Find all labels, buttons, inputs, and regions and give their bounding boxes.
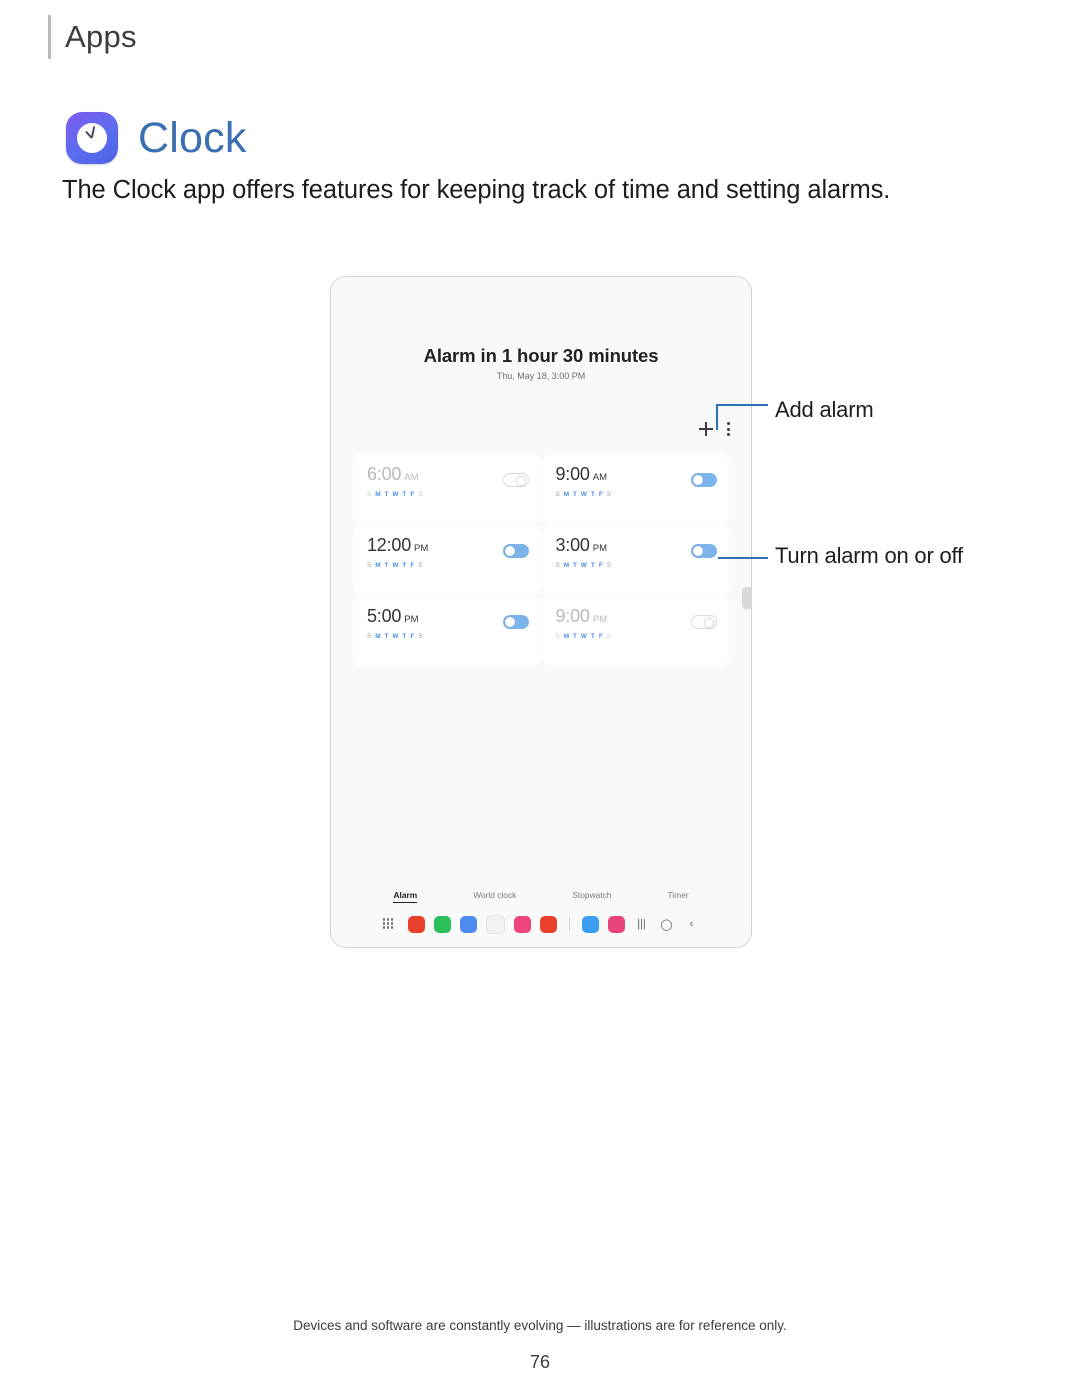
alarm-ampm: AM	[404, 472, 419, 483]
header-title: Apps	[65, 19, 137, 54]
alarm-toggle[interactable]	[502, 544, 529, 558]
alarm-days: S M T W T F S	[555, 633, 613, 640]
alarm-toggle[interactable]	[691, 473, 717, 487]
alarm-ampm: PM	[404, 614, 419, 625]
play-store-icon[interactable]	[539, 915, 557, 933]
alarm-toggle[interactable]	[691, 615, 717, 629]
clock-app-icon	[66, 112, 118, 164]
alarm-time: 12:00	[367, 535, 412, 555]
alarm-toggle[interactable]	[502, 615, 529, 629]
clock-minute-hand-icon	[90, 126, 96, 139]
alarm-days: S M T W T F S	[367, 491, 424, 498]
alarm-ampm: PM	[592, 614, 607, 625]
page-title: Clock	[138, 113, 247, 162]
intro-paragraph: The Clock app offers features for keepin…	[62, 176, 891, 204]
tab-timer[interactable]: Timer	[667, 890, 688, 903]
header-divider	[48, 15, 51, 59]
tab-stopwatch[interactable]: Stopwatch	[572, 890, 611, 903]
section-title-row: Clock	[66, 112, 247, 164]
taskbar-divider	[568, 917, 570, 931]
all-apps-icon[interactable]	[382, 918, 395, 930]
alarm-summary-text: Alarm in 1 hour 30 minutes	[423, 345, 659, 366]
callout-leader-add-alarm-horizontal	[716, 404, 768, 406]
alarm-time: 6:00	[367, 464, 402, 484]
alarm-summary-block: Alarm in 1 hour 30 minutes Thu, May 18, …	[331, 345, 751, 381]
tab-alarm[interactable]: Alarm	[393, 890, 418, 903]
alarm-card[interactable]: 9:00 PM S M T W T F S	[541, 596, 729, 666]
recents-button[interactable]: |||	[634, 918, 650, 930]
alarm-time: 5:00	[367, 606, 402, 626]
page-number: 76	[529, 1352, 551, 1372]
tablet-screen: Alarm in 1 hour 30 minutes Thu, May 18, …	[331, 277, 751, 947]
alarm-card[interactable]: 3:00 PM S M T W T F S	[541, 525, 729, 595]
add-alarm-icon[interactable]	[699, 422, 713, 436]
alarm-toolbar	[699, 421, 731, 437]
alarm-card[interactable]: 9:00 AM S M T W T F S	[541, 454, 729, 524]
callout-leader-toggle	[718, 557, 768, 559]
alarm-time: 3:00	[555, 535, 590, 555]
footer-note: Devices and software are constantly evol…	[293, 1318, 787, 1333]
alarm-days: S M T W T F S	[367, 633, 424, 640]
alarm-card[interactable]: 6:00 AM S M T W T F S	[353, 454, 541, 524]
internet-icon[interactable]	[581, 915, 599, 933]
tab-world-clock[interactable]: World clock	[473, 890, 516, 903]
device-side-button	[742, 587, 751, 609]
alarm-days: S M T W T F S	[555, 491, 613, 498]
home-button[interactable]: ◯	[659, 918, 675, 931]
taskbar: ||| ◯ ‹	[331, 909, 751, 939]
page-header: Apps	[48, 14, 137, 60]
alarm-datetime-text: Thu, May 18, 3:00 PM	[496, 371, 586, 381]
alarm-time: 9:00	[555, 464, 590, 484]
messages-icon[interactable]	[459, 915, 477, 933]
tablet-illustration: Alarm in 1 hour 30 minutes Thu, May 18, …	[330, 276, 752, 948]
alarm-list: 6:00 AM S M T W T F S 9:00 AM S M T W T …	[353, 454, 729, 666]
phone-icon[interactable]	[433, 915, 451, 933]
photos-icon[interactable]	[513, 915, 531, 933]
callout-add-alarm: Add alarm	[775, 397, 874, 422]
callout-leader-add-alarm-vertical	[716, 404, 718, 430]
alarm-toggle[interactable]	[691, 544, 717, 558]
alarm-ampm: PM	[414, 543, 429, 554]
alarm-card[interactable]: 5:00 PM S M T W T F S	[353, 596, 541, 666]
back-button[interactable]: ‹	[684, 918, 700, 930]
alarm-ampm: AM	[592, 472, 607, 483]
clock-face-shape	[77, 123, 107, 153]
alarm-toggle[interactable]	[502, 473, 529, 487]
instagram-icon[interactable]	[607, 915, 625, 933]
alarm-days: S M T W T F S	[367, 562, 424, 569]
alarm-time: 9:00	[555, 606, 590, 626]
clock-tab-bar: Alarm World clock Stopwatch Timer	[331, 890, 751, 903]
more-options-icon[interactable]	[727, 421, 731, 437]
alarm-ampm: PM	[592, 543, 607, 554]
chrome-icon[interactable]	[485, 914, 505, 934]
youtube-icon[interactable]	[407, 915, 425, 933]
callout-turn-alarm-on-or-off: Turn alarm on or off	[775, 543, 963, 568]
alarm-card[interactable]: 12:00 PM S M T W T F S	[353, 525, 541, 595]
alarm-days: S M T W T F S	[555, 562, 613, 569]
